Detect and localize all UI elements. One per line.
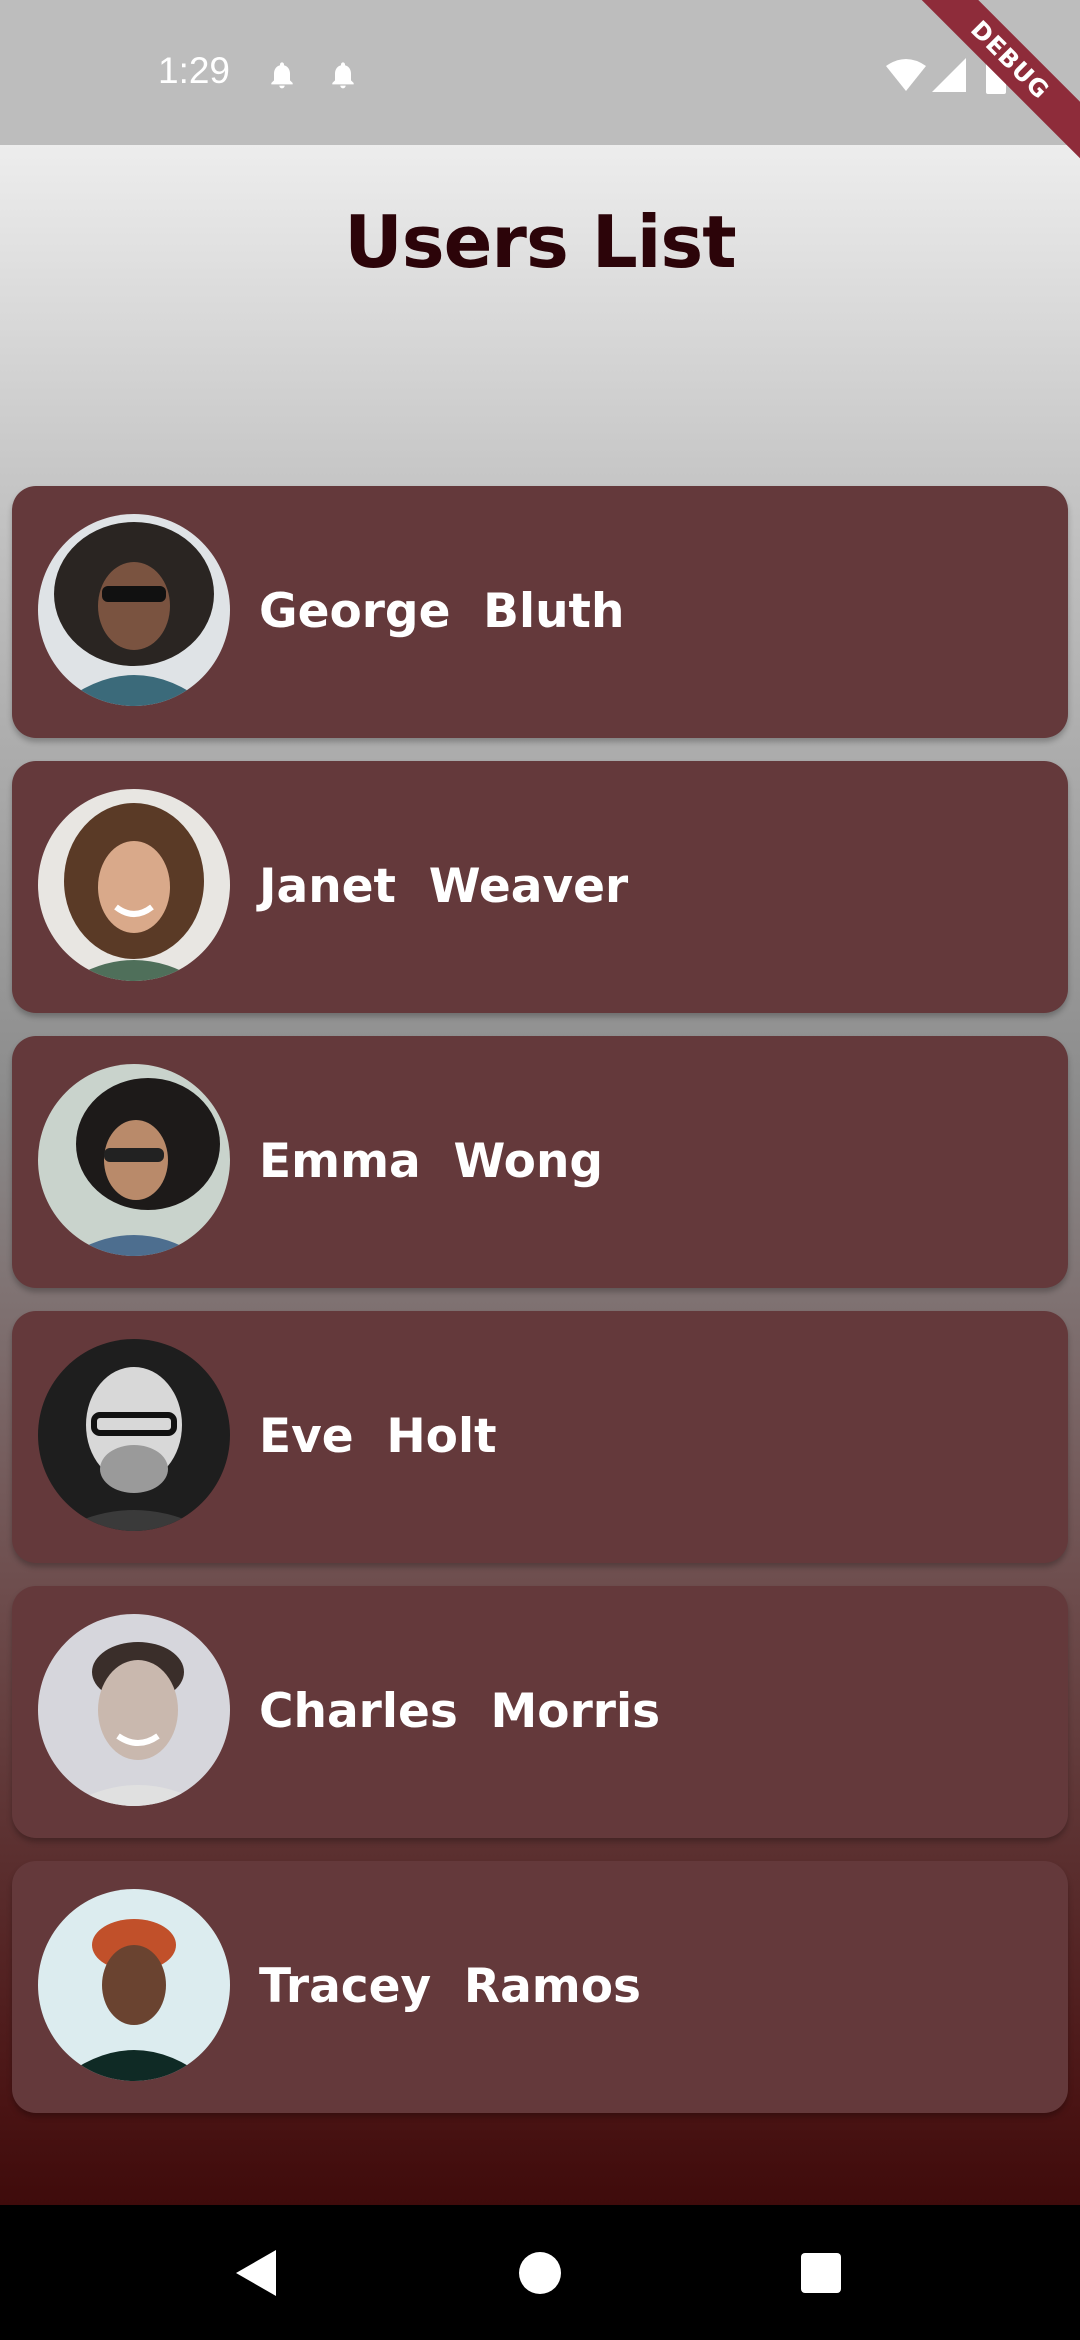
user-card[interactable]: Emma Wong	[12, 1036, 1068, 1288]
avatar	[38, 514, 230, 706]
user-card[interactable]: Tracey Ramos	[12, 1861, 1068, 2113]
wifi-icon	[886, 58, 926, 96]
avatar	[38, 1339, 230, 1531]
page-title: Users List	[344, 200, 736, 284]
notification-bell-icon	[327, 58, 359, 92]
user-list: George Bluth Janet Weaver Emma Wong Eve …	[12, 486, 1068, 2136]
status-bar: 1:29 DEBUG	[0, 0, 1080, 174]
home-icon	[519, 2251, 561, 2294]
user-card[interactable]: George Bluth	[12, 486, 1068, 738]
cell-signal-icon	[932, 58, 966, 96]
user-name: Eve Holt	[259, 1409, 497, 1464]
back-button[interactable]	[176, 2205, 336, 2340]
home-button[interactable]	[460, 2205, 620, 2340]
avatar	[38, 1614, 230, 1806]
recents-icon	[801, 2252, 841, 2293]
avatar	[38, 789, 230, 981]
user-name: Emma Wong	[259, 1134, 604, 1189]
user-name: Tracey Ramos	[259, 1959, 642, 2014]
notification-bell-icon	[266, 58, 298, 92]
back-icon	[236, 2249, 276, 2296]
avatar	[38, 1889, 230, 2081]
user-name: Charles Morris	[259, 1684, 661, 1739]
navigation-bar	[0, 2205, 1080, 2340]
user-card[interactable]: Eve Holt	[12, 1311, 1068, 1563]
app-screen: 1:29 DEBUG Users List George Bluth Janet…	[0, 0, 1080, 2340]
user-card[interactable]: Janet Weaver	[12, 761, 1068, 1013]
avatar	[38, 1064, 230, 1256]
user-card[interactable]: Charles Morris	[12, 1586, 1068, 1838]
recents-button[interactable]	[741, 2205, 901, 2340]
user-name: George Bluth	[259, 584, 625, 639]
status-time: 1:29	[158, 50, 231, 91]
user-name: Janet Weaver	[259, 859, 629, 914]
